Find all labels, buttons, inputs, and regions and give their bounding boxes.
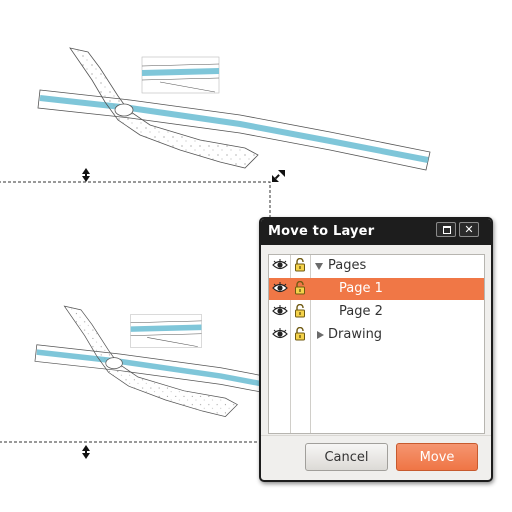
- dialog-titlebar[interactable]: Move to Layer ✕: [261, 219, 491, 245]
- layer-row-drawing[interactable]: Drawing: [269, 324, 484, 346]
- layer-label: Drawing: [328, 327, 383, 342]
- eye-icon[interactable]: [272, 282, 288, 294]
- maximize-icon: [443, 226, 451, 234]
- expander-expanded-icon[interactable]: [315, 263, 323, 270]
- unlocked-icon[interactable]: [294, 327, 306, 341]
- expander-collapsed-icon[interactable]: [317, 331, 324, 339]
- unlocked-icon[interactable]: [294, 304, 306, 318]
- layer-label: Page 2: [339, 304, 383, 319]
- close-icon: ✕: [464, 223, 474, 236]
- cancel-button[interactable]: Cancel: [305, 443, 388, 471]
- maximize-button[interactable]: [436, 222, 456, 237]
- layer-label: Pages: [328, 258, 367, 273]
- layer-row-page-1[interactable]: Page 1: [269, 278, 484, 300]
- unlocked-icon[interactable]: [294, 258, 306, 272]
- eye-icon[interactable]: [272, 305, 288, 317]
- unlocked-icon[interactable]: [294, 281, 306, 295]
- eye-icon[interactable]: [272, 259, 288, 271]
- button-area-divider: [261, 435, 491, 436]
- resize-handle-bottom-icon[interactable]: [82, 445, 90, 459]
- move-button[interactable]: Move: [396, 443, 478, 471]
- close-button[interactable]: ✕: [459, 222, 479, 237]
- eye-icon[interactable]: [272, 328, 288, 340]
- layer-row-page-2[interactable]: Page 2: [269, 301, 484, 323]
- resize-handle-corner-icon[interactable]: [272, 170, 285, 182]
- map-drawing-top: [38, 48, 430, 170]
- dialog-title: Move to Layer: [268, 224, 375, 239]
- resize-handle-top-icon[interactable]: [82, 168, 90, 182]
- layer-label: Page 1: [339, 281, 383, 296]
- layer-row-pages[interactable]: Pages: [269, 255, 484, 277]
- layer-tree[interactable]: Pages Page 1 Page 2 Drawing: [268, 254, 485, 434]
